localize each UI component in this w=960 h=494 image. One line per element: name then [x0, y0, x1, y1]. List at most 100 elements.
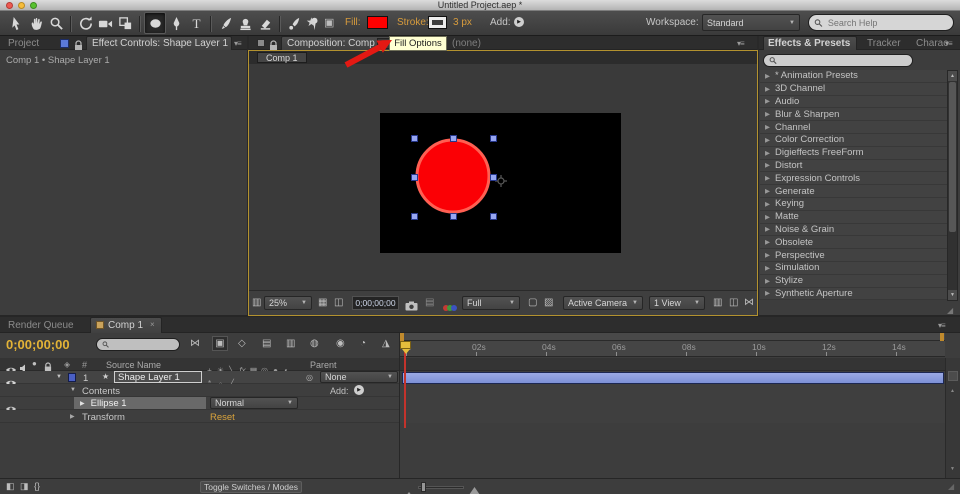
effects-category-row[interactable]: ▶Keying: [760, 198, 947, 211]
disclosure-triangle-icon[interactable]: ▶: [765, 136, 770, 144]
disclosure-triangle-icon[interactable]: ▶: [765, 72, 770, 80]
parent-column[interactable]: Parent: [310, 360, 337, 370]
expand-layer-switches-pane-icon[interactable]: ◧: [6, 481, 15, 492]
scroll-up-icon[interactable]: ▲: [950, 388, 955, 394]
parent-dropdown[interactable]: None▼: [320, 371, 398, 383]
stroke-width-value[interactable]: 3 px: [453, 17, 472, 28]
star-favorites-icon[interactable]: ★: [306, 15, 317, 29]
effects-search-input[interactable]: [780, 55, 907, 67]
expand-transfer-controls-pane-icon[interactable]: ◨: [20, 481, 29, 492]
add-shape-attribute-icon[interactable]: ▶: [354, 385, 364, 395]
blend-mode-dropdown[interactable]: Normal▼: [210, 397, 298, 409]
comp-mini-flowchart-icon[interactable]: ⋈: [190, 338, 200, 349]
effects-category-row[interactable]: ▶Generate: [760, 185, 947, 198]
timeline-scrollbar[interactable]: ▲ ▼: [945, 358, 960, 478]
ellipse-shape[interactable]: [380, 113, 621, 253]
eraser-tool-button[interactable]: [255, 13, 275, 33]
effects-category-row[interactable]: ▶Obsolete: [760, 236, 947, 249]
stroke-label[interactable]: Stroke:: [397, 17, 429, 28]
panel-menu-icon[interactable]: ▾≡: [938, 321, 945, 330]
scroll-down-icon[interactable]: ▼: [948, 290, 957, 300]
panel-menu-icon[interactable]: ▾≡: [234, 39, 241, 48]
shape-ellipse-tool-button[interactable]: [144, 12, 166, 34]
workspace-dropdown[interactable]: Standard▼: [702, 14, 800, 31]
zoom-out-mountain-icon[interactable]: [405, 484, 413, 494]
effects-category-row[interactable]: ▶Synthetic Aperture: [760, 288, 947, 301]
solo-icon[interactable]: ●: [32, 359, 37, 368]
layer-name-field[interactable]: Shape Layer 1: [114, 371, 202, 383]
selection-handle[interactable]: [490, 213, 497, 220]
selection-handle[interactable]: [411, 213, 418, 220]
comp-timecode[interactable]: 0;00;00;00: [352, 296, 399, 310]
disclosure-triangle-icon[interactable]: ▶: [765, 85, 770, 93]
tab-effects-presets[interactable]: Effects & Presets: [768, 38, 850, 49]
view-layout-dropdown[interactable]: 1 View▼: [649, 296, 705, 310]
type-tool-button[interactable]: T: [186, 13, 206, 33]
camera-tool-button[interactable]: [95, 13, 115, 33]
contents-row[interactable]: ▼ Contents Add: ▶: [0, 384, 400, 397]
effects-search[interactable]: [763, 54, 913, 67]
reset-exposure-icon[interactable]: ⋈: [744, 297, 754, 308]
source-name-column[interactable]: Source Name: [106, 360, 161, 370]
draft-3d-icon[interactable]: ◇: [238, 338, 246, 349]
live-update-icon[interactable]: ▣: [212, 336, 228, 351]
disclosure-triangle-icon[interactable]: ▶: [765, 123, 770, 131]
view-options-icon[interactable]: ▥: [252, 297, 261, 308]
timeline-timecode[interactable]: 0;00;00;00: [6, 337, 70, 352]
work-area-end-handle[interactable]: [940, 333, 944, 341]
work-area-bar[interactable]: [400, 333, 945, 341]
transform-row[interactable]: ▶ Transform Reset: [0, 410, 400, 423]
transparency-grid-icon[interactable]: ▨: [544, 297, 553, 308]
workspace-switch-icon[interactable]: ▣: [324, 16, 334, 29]
disclosure-triangle-icon[interactable]: ▶: [765, 213, 770, 221]
tab-timeline-comp[interactable]: Comp 1: [108, 320, 143, 331]
comp-name-button[interactable]: Comp 1: [257, 52, 307, 63]
scrollbar-thumb[interactable]: [949, 82, 956, 232]
disclosure-triangle-icon[interactable]: ▶: [765, 264, 770, 272]
expand-layer-icon[interactable]: ▼: [56, 374, 62, 380]
tab-character[interactable]: Charac: [916, 38, 948, 49]
selection-handle[interactable]: [450, 213, 457, 220]
selection-handle[interactable]: [490, 135, 497, 142]
timeline-search[interactable]: [96, 338, 180, 351]
scroll-up-icon[interactable]: ▲: [948, 71, 957, 81]
ellipse-group-selected[interactable]: ▶ Ellipse 1: [74, 397, 206, 409]
playhead-pointer[interactable]: [402, 349, 410, 354]
selection-handle[interactable]: [450, 135, 457, 142]
add-shape-attribute-icon[interactable]: ▶: [514, 17, 524, 27]
tab-render-queue[interactable]: Render Queue: [8, 320, 74, 331]
grid-guides-icon[interactable]: ▦: [318, 297, 327, 308]
comp-flowchart-icon[interactable]: ◫: [729, 297, 738, 308]
timeline-zoom-slider-thumb[interactable]: [421, 482, 426, 492]
effects-category-row[interactable]: ▶Expression Controls: [760, 172, 947, 185]
panel-menu-icon[interactable]: ▾≡: [737, 39, 744, 48]
help-search-input[interactable]: [826, 17, 948, 29]
rotation-tool-button[interactable]: [75, 13, 95, 33]
hand-tool-button[interactable]: [26, 13, 46, 33]
work-area-start-handle[interactable]: [400, 333, 404, 341]
tab-effect-controls[interactable]: Effect Controls: Shape Layer 1: [92, 38, 228, 49]
effects-category-row[interactable]: ▶Channel: [760, 121, 947, 134]
scroll-down-icon[interactable]: ▼: [950, 466, 955, 472]
playhead-handle[interactable]: [400, 341, 411, 349]
panel-resize-grip-icon[interactable]: ◢: [947, 306, 953, 315]
show-snapshot-icon[interactable]: ▤: [425, 297, 434, 308]
tab-layer-none[interactable]: (none): [452, 38, 481, 49]
disclosure-triangle-icon[interactable]: ▶: [765, 289, 770, 297]
disclosure-triangle-icon[interactable]: ▶: [765, 161, 770, 169]
frame-blending-icon[interactable]: ▥: [286, 338, 295, 349]
effects-category-row[interactable]: ▶Audio: [760, 96, 947, 109]
disclosure-triangle-icon[interactable]: ▶: [765, 225, 770, 233]
transform-reset-link[interactable]: Reset: [210, 412, 235, 423]
close-tab-icon[interactable]: ×: [150, 320, 155, 329]
timeline-button-icon[interactable]: ▥: [713, 297, 722, 308]
disclosure-triangle-icon[interactable]: ▶: [765, 149, 770, 157]
selection-tool-button[interactable]: [6, 13, 26, 33]
zoom-in-mountain-icon[interactable]: [469, 482, 480, 494]
window-resize-grip-icon[interactable]: ◢: [948, 482, 954, 491]
disclosure-triangle-icon[interactable]: ▶: [765, 187, 770, 195]
disclosure-triangle-icon[interactable]: ▶: [765, 238, 770, 246]
disclosure-triangle-icon[interactable]: ▶: [765, 174, 770, 182]
ellipse-row[interactable]: ▶ Ellipse 1 Normal▼: [0, 397, 400, 410]
effects-category-row[interactable]: ▶Matte: [760, 211, 947, 224]
